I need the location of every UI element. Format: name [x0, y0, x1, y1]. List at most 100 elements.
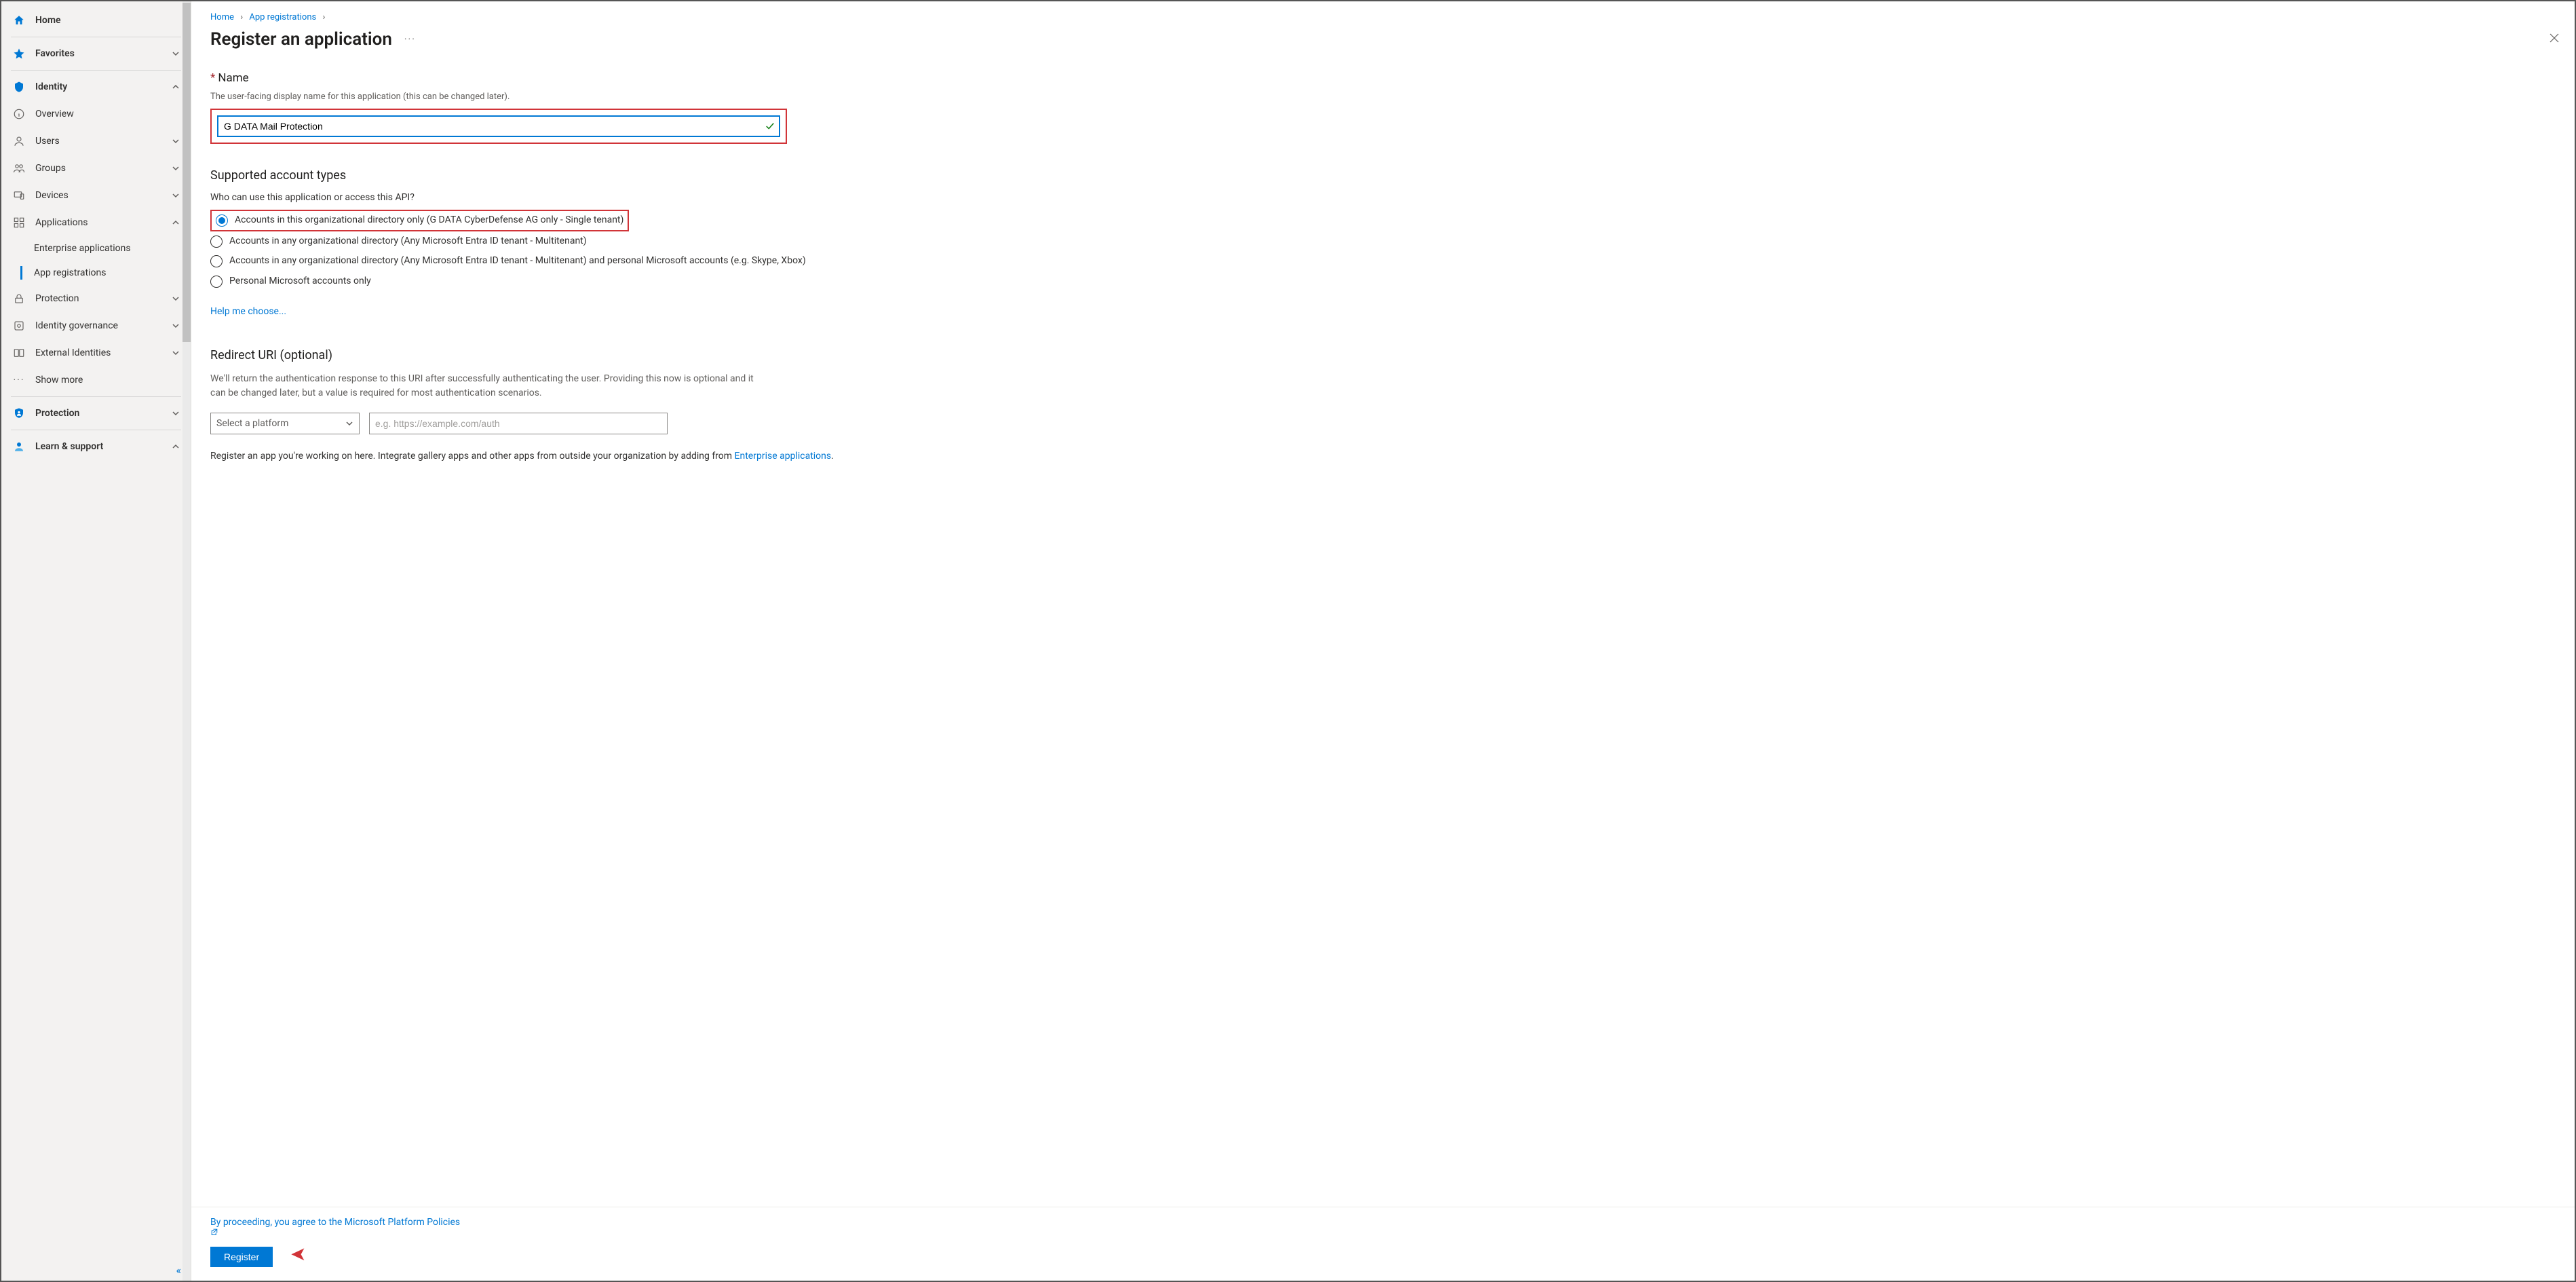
- page-header: Register an application ···: [191, 26, 2575, 62]
- chevron-up-icon: [172, 442, 180, 451]
- redirect-uri-description: We'll return the authentication response…: [210, 372, 767, 400]
- breadcrumb: Home › App registrations ›: [191, 1, 2575, 26]
- groups-icon: [12, 162, 26, 175]
- governance-icon: [12, 319, 26, 333]
- supported-account-types-heading: Supported account types: [210, 168, 2556, 183]
- nav-app-registrations-label: App registrations: [34, 267, 106, 278]
- nav-protection[interactable]: Protection: [1, 285, 191, 312]
- account-type-radio-group: Accounts in this organizational director…: [210, 210, 2556, 291]
- nav-enterprise-applications[interactable]: Enterprise applications: [1, 236, 191, 261]
- nav-enterprise-applications-label: Enterprise applications: [34, 243, 131, 254]
- learn-icon: [12, 440, 26, 453]
- nav-overview-label: Overview: [35, 109, 74, 119]
- chevron-down-icon: [172, 137, 180, 145]
- platform-policies-link[interactable]: By proceeding, you agree to the Microsof…: [210, 1217, 2556, 1236]
- chevron-down-icon: [172, 322, 180, 330]
- nav-identity-label: Identity: [35, 81, 67, 92]
- help-me-choose-link[interactable]: Help me choose...: [210, 306, 286, 317]
- close-button[interactable]: [2549, 33, 2560, 43]
- chevron-down-icon: [172, 191, 180, 200]
- nav-users[interactable]: Users: [1, 128, 191, 155]
- radio-single-tenant[interactable]: Accounts in this organizational director…: [210, 210, 629, 231]
- nav-home[interactable]: Home: [1, 7, 191, 34]
- nav-applications-label: Applications: [35, 217, 88, 228]
- redirect-uri-input[interactable]: [369, 413, 668, 434]
- devices-icon: [12, 189, 26, 202]
- nav-favorites[interactable]: Favorites: [1, 40, 191, 67]
- sidebar-collapse-button[interactable]: «: [176, 1264, 181, 1277]
- chevron-down-icon: [172, 295, 180, 303]
- external-identities-icon: [12, 346, 26, 360]
- chevron-down-icon: [172, 164, 180, 172]
- sidebar: Home Favorites Identity: [1, 1, 191, 1281]
- lock-icon: [12, 292, 26, 305]
- ellipsis-icon: ···: [12, 373, 26, 387]
- breadcrumb-app-registrations[interactable]: App registrations: [249, 12, 316, 22]
- external-link-icon: [210, 1228, 2556, 1236]
- divider: [11, 396, 181, 397]
- nav-app-registrations[interactable]: App registrations: [1, 261, 191, 285]
- info-icon: [12, 107, 26, 121]
- nav-learn-support[interactable]: Learn & support: [1, 433, 191, 460]
- shield-user-icon: [12, 407, 26, 420]
- nav-protection-label: Protection: [35, 293, 79, 304]
- required-asterisk: *: [210, 71, 215, 85]
- chevron-down-icon: [172, 349, 180, 357]
- nav-devices[interactable]: Devices: [1, 182, 191, 209]
- breadcrumb-home[interactable]: Home: [210, 12, 234, 22]
- radio-multitenant-label: Accounts in any organizational directory…: [229, 235, 587, 248]
- check-icon: [765, 121, 775, 131]
- home-icon: [12, 14, 26, 27]
- nav-show-more-label: Show more: [35, 375, 83, 385]
- nav-show-more[interactable]: ··· Show more: [1, 366, 191, 394]
- nav-groups[interactable]: Groups: [1, 155, 191, 182]
- nav-overview[interactable]: Overview: [1, 100, 191, 128]
- apps-icon: [12, 216, 26, 229]
- platform-policies-text: By proceeding, you agree to the Microsof…: [210, 1217, 460, 1228]
- chevron-down-icon: [172, 409, 180, 417]
- name-input-highlight: [210, 109, 787, 144]
- chevron-down-icon: [172, 50, 180, 58]
- nav-users-label: Users: [35, 136, 60, 147]
- info-line-text: Register an app you're working on here. …: [210, 451, 735, 461]
- radio-personal-only-label: Personal Microsoft accounts only: [229, 275, 371, 288]
- nav-external-identities[interactable]: External Identities: [1, 339, 191, 366]
- enterprise-applications-link[interactable]: Enterprise applications: [735, 451, 832, 461]
- breadcrumb-separator: ›: [322, 12, 325, 22]
- nav-identity-governance-label: Identity governance: [35, 320, 118, 331]
- star-icon: [12, 47, 26, 60]
- name-label-text: Name: [218, 71, 248, 85]
- nav-external-identities-label: External Identities: [35, 347, 111, 358]
- nav-identity[interactable]: Identity: [1, 73, 191, 100]
- radio-single-tenant-label: Accounts in this organizational director…: [235, 214, 623, 227]
- radio-icon: [210, 276, 223, 288]
- more-actions-button[interactable]: ···: [404, 34, 416, 45]
- platform-select[interactable]: Select a platform: [210, 413, 360, 434]
- register-button[interactable]: Register: [210, 1247, 273, 1267]
- chevron-up-icon: [172, 83, 180, 91]
- chevron-up-icon: [172, 219, 180, 227]
- platform-select-placeholder: Select a platform: [216, 418, 288, 429]
- app-name-input[interactable]: [217, 115, 780, 137]
- divider: [11, 70, 181, 71]
- nav-home-label: Home: [35, 15, 61, 26]
- radio-icon: [210, 235, 223, 248]
- nav-applications[interactable]: Applications: [1, 209, 191, 236]
- radio-personal-only[interactable]: Personal Microsoft accounts only: [210, 271, 821, 292]
- nav-devices-label: Devices: [35, 190, 69, 201]
- nav-favorites-label: Favorites: [35, 48, 75, 59]
- info-line: Register an app you're working on here. …: [210, 451, 2556, 461]
- radio-multitenant-personal-label: Accounts in any organizational directory…: [229, 254, 806, 268]
- redirect-uri-heading: Redirect URI (optional): [210, 348, 2556, 362]
- nav-protection-section-label: Protection: [35, 408, 79, 419]
- nav-protection-section[interactable]: Protection: [1, 400, 191, 427]
- nav-identity-governance[interactable]: Identity governance: [1, 312, 191, 339]
- breadcrumb-separator: ›: [240, 12, 243, 22]
- footer-bar: By proceeding, you agree to the Microsof…: [191, 1207, 2575, 1281]
- radio-icon: [210, 255, 223, 267]
- radio-multitenant-personal[interactable]: Accounts in any organizational directory…: [210, 251, 821, 271]
- radio-multitenant[interactable]: Accounts in any organizational directory…: [210, 231, 821, 252]
- identity-icon: [12, 80, 26, 94]
- agree-line: By proceeding, you agree to the Microsof…: [210, 1217, 2556, 1236]
- name-description: The user-facing display name for this ap…: [210, 92, 2556, 102]
